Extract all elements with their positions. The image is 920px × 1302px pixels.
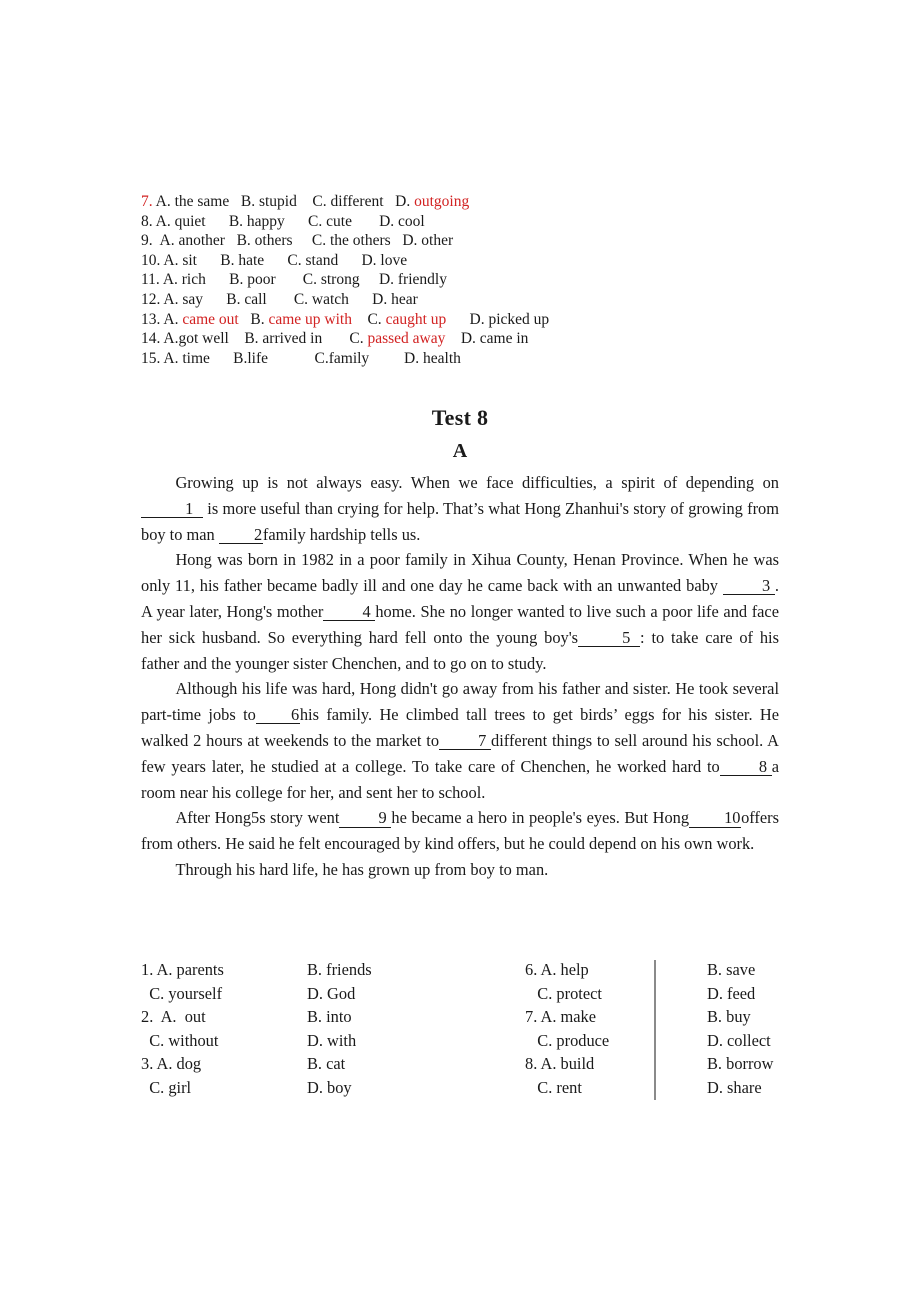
answer-question-block: 7. A. make B. buy C. produce D. collect <box>525 1005 825 1052</box>
answer-option-row: 1. A. parents B. friends <box>141 958 513 982</box>
reading-passage: Growing up is not always easy. When we f… <box>141 470 779 883</box>
answer-option-left[interactable]: C. girl <box>141 1076 307 1100</box>
cloze-blank: 3 <box>722 577 775 596</box>
answer-option-left[interactable]: 2. A. out <box>141 1005 307 1029</box>
option-text-highlighted: outgoing <box>414 193 470 210</box>
answer-option-left[interactable]: 6. A. help <box>525 958 707 982</box>
answer-option-right[interactable]: B. cat <box>307 1052 513 1076</box>
page-title: Test 8 <box>431 405 489 430</box>
option-text: C. <box>351 310 386 328</box>
cloze-option-line: 7. A. the same B. stupid C. different D.… <box>141 192 801 212</box>
answer-option-right[interactable]: D. God <box>307 982 513 1006</box>
option-text: 10. A. sit B. hate C. stand D. love <box>141 251 408 269</box>
answer-option-left[interactable]: C. rent <box>525 1076 707 1100</box>
answer-option-row: C. yourself D. God <box>141 982 513 1006</box>
cloze-blank: 8 <box>719 758 772 776</box>
option-text-highlighted: caught up <box>385 310 447 328</box>
top-cloze-options-list: 7. A. the same B. stupid C. different D.… <box>141 192 801 368</box>
option-text: 11. A. rich B. poor C. strong D. friendl… <box>141 271 447 289</box>
answer-option-left[interactable]: C. without <box>141 1029 307 1053</box>
cloze-option-line: 15. A. time B.life C.family D. health <box>141 349 801 369</box>
answer-option-left[interactable]: C. protect <box>525 982 707 1006</box>
answer-option-row: 3. A. dog B. cat <box>141 1052 513 1076</box>
answer-question-block: 8. A. build B. borrow C. rent D. share <box>525 1052 825 1099</box>
answer-option-row: C. protect D. feed <box>525 982 825 1006</box>
cloze-blank: 5 <box>578 629 641 647</box>
answer-option-row: 7. A. make B. buy <box>525 1005 825 1029</box>
cloze-option-line: 8. A. quiet B. happy C. cute D. cool <box>141 212 801 232</box>
option-text: 15. A. time B.life C.family D. health <box>141 349 461 367</box>
answer-question-block: 1. A. parents B. friends C. yourself D. Go… <box>141 958 513 1005</box>
answer-option-right[interactable]: D. boy <box>307 1076 513 1100</box>
answer-question-block: 2. A. out B. into C. without D. with <box>141 1005 513 1052</box>
passage-paragraph: Growing up is not always easy. When we f… <box>141 473 779 544</box>
answer-column-right: 6. A. help B. save C. protect D. feed 7. A.… <box>513 958 825 1099</box>
answer-option-row: 8. A. build B. borrow <box>525 1052 825 1076</box>
option-text-highlighted: passed away <box>367 330 446 348</box>
cloze-option-line: 13. A. came out B. came up with C. caugh… <box>141 310 801 330</box>
answer-options-grid: 1. A. parents B. friends C. yourself D. Go… <box>141 958 821 1100</box>
cloze-blank: 7 <box>439 732 492 751</box>
answer-question-block: 6. A. help B. save C. protect D. feed <box>525 958 825 1005</box>
answer-option-left[interactable]: 8. A. build <box>525 1052 707 1076</box>
answer-option-right[interactable]: D. with <box>307 1029 513 1053</box>
answer-option-right[interactable]: B. borrow <box>707 1052 825 1076</box>
answer-option-row: 6. A. help B. save <box>525 958 825 982</box>
answer-option-row: C. produce D. collect <box>525 1029 825 1053</box>
answer-option-left[interactable]: C. yourself <box>141 982 307 1006</box>
answer-option-left[interactable]: 1. A. parents <box>141 958 307 982</box>
option-text: 13. A. <box>141 310 183 328</box>
cloze-blank: 6 <box>255 706 300 725</box>
cloze-blank: 4 <box>323 603 376 622</box>
answer-column-left: 1. A. parents B. friends C. yourself D. Go… <box>141 958 513 1099</box>
answer-option-right[interactable]: D. collect <box>707 1029 825 1053</box>
option-text-highlighted: came out <box>182 310 239 328</box>
answer-option-row: C. rent D. share <box>525 1076 825 1100</box>
cloze-option-line: 10. A. sit B. hate C. stand D. love <box>141 251 801 271</box>
answer-option-left[interactable]: 3. A. dog <box>141 1052 307 1076</box>
cloze-blank: 9 <box>339 809 392 828</box>
section-letter: A <box>452 440 468 462</box>
answer-option-left[interactable]: C. produce <box>525 1029 707 1053</box>
passage-paragraph: Although his life was hard, Hong didn't … <box>141 679 780 802</box>
column-divider <box>654 960 656 1100</box>
passage-paragraph: Hong was born in 1982 in a poor family i… <box>141 550 779 673</box>
answer-option-row: C. without D. with <box>141 1029 513 1053</box>
cloze-option-line: 11. A. rich B. poor C. strong D. friendl… <box>141 270 801 290</box>
cloze-option-line: 14. A.got well B. arrived in C. passed a… <box>141 329 801 349</box>
answer-option-right[interactable]: B. save <box>707 958 825 982</box>
answer-option-right[interactable]: B. buy <box>707 1005 825 1029</box>
cloze-blank: 2 <box>218 525 263 544</box>
option-text: 14. A.got well B. arrived in C. <box>141 330 368 348</box>
option-text: 8. A. quiet B. happy C. cute D. cool <box>141 212 425 230</box>
passage-paragraph: After Hong5s story went 9 he became a hero… <box>141 808 779 854</box>
answer-option-row: 2. A. out B. into <box>141 1005 513 1029</box>
answer-option-row: C. girl D. boy <box>141 1076 513 1100</box>
answer-option-right[interactable]: B. into <box>307 1005 513 1029</box>
option-text: B. <box>238 310 269 328</box>
option-text-highlighted: 7. <box>141 193 153 210</box>
answer-question-block: 3. A. dog B. cat C. girl D. boy <box>141 1052 513 1099</box>
option-text-highlighted: came up with <box>268 310 352 328</box>
answer-option-right[interactable]: D. share <box>707 1076 825 1100</box>
cloze-blank: 10 <box>689 809 742 828</box>
answer-option-left[interactable]: 7. A. make <box>525 1005 707 1029</box>
option-text: D. picked up <box>446 310 550 328</box>
cloze-option-line: 12. A. say B. call C. watch D. hear <box>141 290 801 310</box>
option-text: 12. A. say B. call C. watch D. hear <box>141 290 418 308</box>
option-text: A. the same B. stupid C. different D. <box>152 193 415 210</box>
passage-paragraph: Through his hard life, he has grown up f… <box>175 859 549 879</box>
option-text: 9. A. another B. others C. the others D.… <box>141 232 454 250</box>
answer-option-right[interactable]: D. feed <box>707 982 825 1006</box>
answer-option-right[interactable]: B. friends <box>307 958 513 982</box>
cloze-option-line: 9. A. another B. others C. the others D.… <box>141 231 801 251</box>
option-text: D. came in <box>445 330 529 348</box>
cloze-blank: 1 <box>141 500 203 519</box>
